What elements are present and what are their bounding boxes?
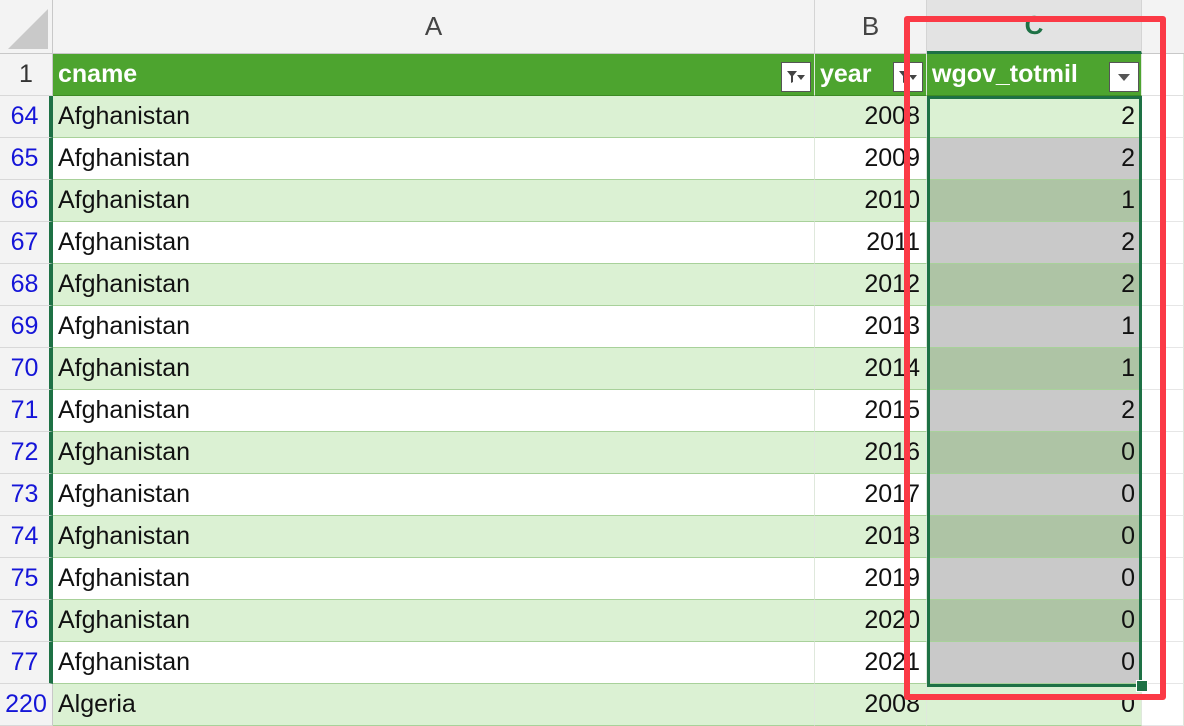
- cell-cname[interactable]: Afghanistan: [53, 264, 815, 306]
- cell-cname[interactable]: Algeria: [53, 684, 815, 726]
- cell-year[interactable]: 2020: [815, 600, 927, 642]
- empty-cell[interactable]: [1142, 138, 1184, 180]
- cell-year[interactable]: 2019: [815, 558, 927, 600]
- cell-cname[interactable]: Afghanistan: [53, 96, 815, 138]
- cell-year[interactable]: 2015: [815, 390, 927, 432]
- empty-cell[interactable]: [1142, 390, 1184, 432]
- row-header-67[interactable]: 67: [0, 222, 53, 264]
- cell-year[interactable]: 2010: [815, 180, 927, 222]
- empty-cell[interactable]: [1142, 96, 1184, 138]
- cell-wgov-totmil[interactable]: 0: [927, 600, 1142, 642]
- column-header-b[interactable]: B: [815, 0, 927, 54]
- cell-year[interactable]: 2008: [815, 96, 927, 138]
- cell-year[interactable]: 2014: [815, 348, 927, 390]
- filter-button-cname[interactable]: [781, 62, 811, 92]
- cell-cname[interactable]: Afghanistan: [53, 516, 815, 558]
- row-header-68[interactable]: 68: [0, 264, 53, 306]
- cell-year[interactable]: 2013: [815, 306, 927, 348]
- empty-cell[interactable]: [1142, 222, 1184, 264]
- cell-cname[interactable]: Afghanistan: [53, 432, 815, 474]
- empty-cell[interactable]: [1142, 642, 1184, 684]
- row-header-65[interactable]: 65: [0, 138, 53, 180]
- empty-cell[interactable]: [1142, 600, 1184, 642]
- cell-year[interactable]: 2008: [815, 684, 927, 726]
- cell-wgov-totmil[interactable]: 1: [927, 180, 1142, 222]
- cell-year[interactable]: 2016: [815, 432, 927, 474]
- filter-active-icon: [787, 71, 805, 83]
- select-all-corner[interactable]: [0, 0, 53, 54]
- cell-wgov-totmil[interactable]: 2: [927, 222, 1142, 264]
- row-header-71[interactable]: 71: [0, 390, 53, 432]
- filter-button-year[interactable]: [893, 62, 923, 92]
- cell-wgov-totmil[interactable]: 2: [927, 390, 1142, 432]
- cell-year[interactable]: 2018: [815, 516, 927, 558]
- row-header-1[interactable]: 1: [0, 54, 53, 96]
- empty-cell[interactable]: [1142, 54, 1184, 96]
- empty-cell[interactable]: [1142, 684, 1184, 726]
- dropdown-button-wgov-totmil[interactable]: [1109, 62, 1139, 92]
- empty-cell[interactable]: [1142, 264, 1184, 306]
- cell-cname[interactable]: Afghanistan: [53, 180, 815, 222]
- cell-year[interactable]: 2021: [815, 642, 927, 684]
- cell-wgov-totmil[interactable]: 0: [927, 516, 1142, 558]
- select-all-triangle-icon: [8, 9, 48, 49]
- row-header-64[interactable]: 64: [0, 96, 53, 138]
- cell-cname[interactable]: Afghanistan: [53, 138, 815, 180]
- cell-year[interactable]: 2017: [815, 474, 927, 516]
- cell-year[interactable]: 2012: [815, 264, 927, 306]
- cell-wgov-totmil[interactable]: 2: [927, 138, 1142, 180]
- cell-year[interactable]: 2009: [815, 138, 927, 180]
- row-header-69[interactable]: 69: [0, 306, 53, 348]
- row-header-73[interactable]: 73: [0, 474, 53, 516]
- empty-cell[interactable]: [1142, 432, 1184, 474]
- cell-cname[interactable]: Afghanistan: [53, 558, 815, 600]
- row-header-75[interactable]: 75: [0, 558, 53, 600]
- cell-cname[interactable]: Afghanistan: [53, 306, 815, 348]
- empty-cell[interactable]: [1142, 306, 1184, 348]
- cell-wgov-totmil[interactable]: 0: [927, 684, 1142, 726]
- cell-wgov-totmil[interactable]: 0: [927, 642, 1142, 684]
- row-header-77[interactable]: 77: [0, 642, 53, 684]
- header-label-cname: cname: [58, 60, 138, 88]
- row-header-76[interactable]: 76: [0, 600, 53, 642]
- cell-wgov-totmil[interactable]: 0: [927, 558, 1142, 600]
- row-header-72[interactable]: 72: [0, 432, 53, 474]
- header-label-year: year: [820, 60, 872, 88]
- empty-cell[interactable]: [1142, 558, 1184, 600]
- fill-handle[interactable]: [1136, 680, 1148, 692]
- filter-active-icon: [899, 71, 917, 83]
- cell-wgov-totmil[interactable]: 0: [927, 474, 1142, 516]
- cell-cname[interactable]: Afghanistan: [53, 390, 815, 432]
- column-header-a[interactable]: A: [53, 0, 815, 54]
- dropdown-arrow-icon: [1118, 74, 1130, 81]
- row-header-66[interactable]: 66: [0, 180, 53, 222]
- cell-wgov-totmil[interactable]: 2: [927, 264, 1142, 306]
- cell-cname[interactable]: Afghanistan: [53, 222, 815, 264]
- column-header-c[interactable]: C: [927, 0, 1142, 54]
- cell-wgov-totmil[interactable]: 0: [927, 432, 1142, 474]
- row-header-70[interactable]: 70: [0, 348, 53, 390]
- header-cell-cname[interactable]: cname: [53, 54, 815, 96]
- cell-cname[interactable]: Afghanistan: [53, 642, 815, 684]
- empty-cell[interactable]: [1142, 516, 1184, 558]
- cell-cname[interactable]: Afghanistan: [53, 474, 815, 516]
- header-label-wgov-totmil: wgov_totmil: [932, 60, 1078, 88]
- empty-cell[interactable]: [1142, 348, 1184, 390]
- cell-wgov-totmil[interactable]: 2: [927, 96, 1142, 138]
- empty-cell[interactable]: [1142, 474, 1184, 516]
- row-header-220[interactable]: 220: [0, 684, 53, 726]
- cell-year[interactable]: 2011: [815, 222, 927, 264]
- spreadsheet-grid: A B C 1 cname year wgov_totmil 64 Afghani…: [0, 0, 1184, 726]
- cell-cname[interactable]: Afghanistan: [53, 348, 815, 390]
- empty-cell[interactable]: [1142, 180, 1184, 222]
- row-header-74[interactable]: 74: [0, 516, 53, 558]
- cell-wgov-totmil[interactable]: 1: [927, 306, 1142, 348]
- cell-wgov-totmil[interactable]: 1: [927, 348, 1142, 390]
- cell-cname[interactable]: Afghanistan: [53, 600, 815, 642]
- column-header-d[interactable]: [1142, 0, 1184, 54]
